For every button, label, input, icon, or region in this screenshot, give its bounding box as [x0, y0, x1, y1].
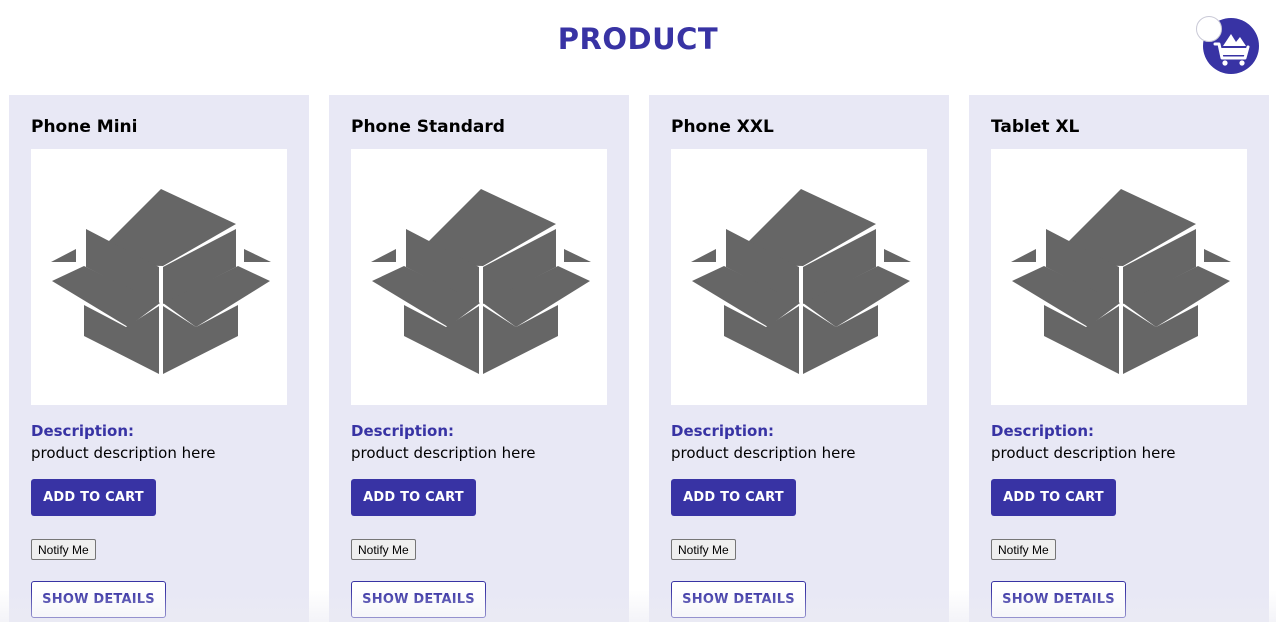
add-to-cart-button[interactable]: ADD TO CART — [991, 479, 1116, 516]
notify-me-button[interactable]: Notify Me — [351, 539, 416, 560]
open-box-icon — [691, 189, 911, 374]
description-text: product description here — [31, 444, 216, 462]
product-name: Phone Mini — [31, 117, 138, 137]
product-name: Phone XXL — [671, 117, 774, 137]
product-image — [31, 149, 287, 405]
product-card: Phone Standard Description: product desc… — [329, 95, 629, 622]
notify-me-button[interactable]: Notify Me — [671, 539, 736, 560]
product-page: PRODUCT Phone Mini Description: product … — [0, 0, 1276, 622]
description-text: product description here — [991, 444, 1176, 462]
product-card: Phone Mini Description: product descript… — [9, 95, 309, 622]
product-card: Phone XXL Description: product descripti… — [649, 95, 949, 622]
description-label: Description: — [671, 422, 775, 440]
notify-me-button[interactable]: Notify Me — [991, 539, 1056, 560]
description-label: Description: — [991, 422, 1095, 440]
open-box-icon — [51, 189, 271, 374]
show-details-button[interactable]: SHOW DETAILS — [671, 581, 806, 618]
product-list: Phone Mini Description: product descript… — [9, 95, 1269, 622]
show-details-button[interactable]: SHOW DETAILS — [31, 581, 166, 618]
description-text: product description here — [671, 444, 856, 462]
cart-count-badge — [1196, 16, 1222, 42]
product-name: Phone Standard — [351, 117, 505, 137]
open-box-icon — [1011, 189, 1231, 374]
add-to-cart-button[interactable]: ADD TO CART — [351, 479, 476, 516]
add-to-cart-button[interactable]: ADD TO CART — [31, 479, 156, 516]
product-name: Tablet XL — [991, 117, 1080, 137]
open-box-icon — [371, 189, 591, 374]
add-to-cart-button[interactable]: ADD TO CART — [671, 479, 796, 516]
description-text: product description here — [351, 444, 536, 462]
notify-me-button[interactable]: Notify Me — [31, 539, 96, 560]
show-details-button[interactable]: SHOW DETAILS — [351, 581, 486, 618]
show-details-button[interactable]: SHOW DETAILS — [991, 581, 1126, 618]
description-label: Description: — [31, 422, 135, 440]
product-image — [351, 149, 607, 405]
page-header: PRODUCT — [0, 0, 1276, 82]
page-title: PRODUCT — [557, 22, 719, 56]
product-card: Tablet XL Description: product descripti… — [969, 95, 1269, 622]
product-image — [671, 149, 927, 405]
description-label: Description: — [351, 422, 455, 440]
product-image — [991, 149, 1247, 405]
